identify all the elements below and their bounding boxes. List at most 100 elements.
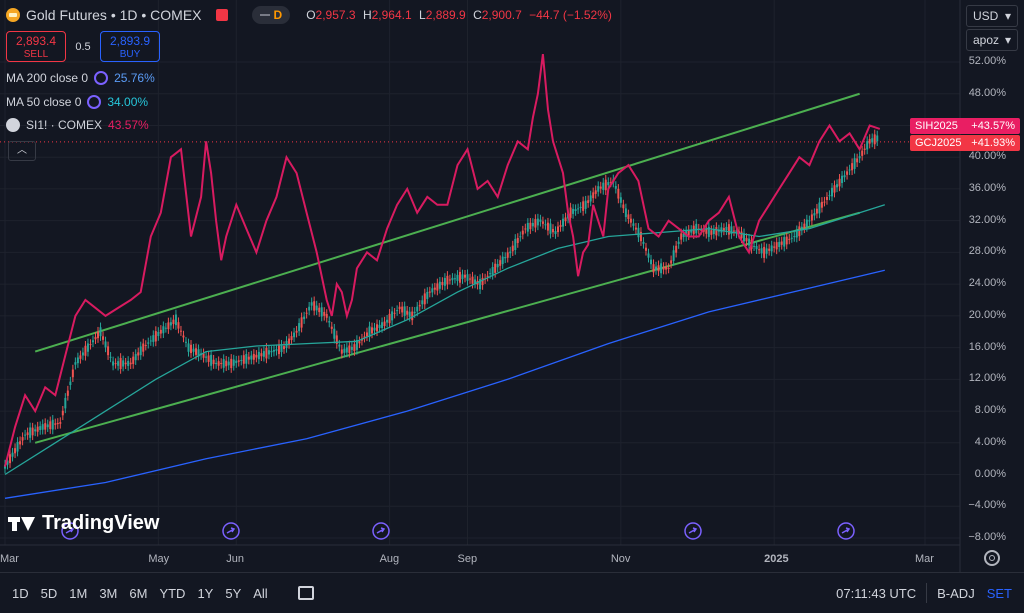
currency-select[interactable]: USD ▾ (966, 5, 1018, 27)
candle-body (177, 322, 180, 329)
ohlc-values: O2,957.3 H2,964.1 L2,889.9 C2,900.7 −44.… (306, 8, 612, 22)
set-toggle[interactable]: SET (987, 586, 1012, 601)
candle-body (866, 141, 869, 150)
candle-body (383, 321, 386, 327)
candle-body (554, 231, 557, 235)
interval-pill[interactable]: D (251, 6, 291, 24)
forward-icon[interactable] (372, 522, 390, 540)
candle-body (594, 190, 597, 194)
candle-body (16, 441, 19, 452)
x-tick-label: Jun (226, 553, 244, 565)
candle-body (514, 238, 517, 250)
timeframe-list: 1D 5D 1M 3M 6M YTD 1Y 5Y All (0, 586, 268, 601)
candle-body (846, 171, 849, 175)
candle-body (544, 224, 547, 226)
compare-icon[interactable] (297, 586, 314, 600)
candle-body (732, 230, 735, 232)
candle-body (132, 356, 135, 364)
candle-body (765, 248, 768, 254)
candle-body (748, 238, 751, 246)
candle-body (149, 340, 152, 342)
candle-body (863, 148, 866, 150)
timeframe-1d[interactable]: 1D (12, 586, 29, 601)
candle-body (232, 359, 235, 366)
timeframe-all[interactable]: All (253, 586, 267, 601)
candle-body (521, 230, 524, 235)
candle-body (712, 229, 715, 235)
silver-line (4, 53, 881, 467)
y-tick-label: 12.00% (968, 372, 1006, 385)
collapse-legend-button[interactable]: ︿ (8, 141, 36, 161)
candle-body (51, 419, 54, 430)
candle-body (773, 246, 776, 248)
candle-body (386, 319, 389, 323)
refresh-icon[interactable] (94, 71, 109, 85)
y-tick-label: 32.00% (968, 213, 1006, 226)
flag-icon[interactable] (215, 9, 228, 21)
candle-body (660, 263, 663, 274)
candle-body (828, 195, 831, 197)
candle-body (433, 287, 436, 290)
candle-body (722, 228, 725, 231)
chevron-down-icon: ▾ (1004, 33, 1011, 47)
timeframe-6m[interactable]: 6M (129, 586, 147, 601)
legend-ma50[interactable]: MA 50 close 0 34.00% (6, 95, 148, 109)
candle-body (164, 327, 167, 329)
candle-body (851, 163, 854, 171)
candle-body (215, 362, 218, 365)
candle-body (277, 344, 280, 355)
candle-body (858, 156, 861, 159)
candle-body (632, 223, 635, 226)
legend-ma200[interactable]: MA 200 close 0 25.76% (6, 71, 155, 85)
candle-body (448, 279, 451, 281)
forward-icon[interactable] (684, 522, 702, 540)
candle-body (481, 277, 484, 286)
candle-body (267, 350, 270, 355)
candle-body (813, 213, 816, 216)
time-display[interactable]: 07:11:43 UTC (836, 586, 916, 601)
gear-icon[interactable] (984, 550, 1000, 566)
candle-body (182, 335, 185, 338)
candle-body (843, 175, 846, 178)
timeframe-5d[interactable]: 5D (41, 586, 58, 601)
legend-silver[interactable]: SI1! · COMEX 43.57% (6, 118, 149, 132)
event-markers[interactable] (61, 522, 855, 540)
candle-body (715, 227, 718, 236)
candle-body (579, 206, 582, 208)
candle-body (109, 356, 112, 358)
candle-body (873, 134, 876, 145)
candle-body (187, 343, 190, 352)
candle-body (619, 197, 622, 203)
scale-mode-select[interactable]: apoz ▾ (966, 29, 1018, 51)
timeframe-5y[interactable]: 5Y (225, 586, 241, 601)
candle-body (617, 188, 620, 199)
candle-body (11, 452, 14, 457)
candle-body (496, 263, 499, 268)
trade-buttons: 2,893.4 SELL 0.5 2,893.9 BUY (6, 31, 160, 62)
timeframe-1m[interactable]: 1M (69, 586, 87, 601)
x-tick-label: 2025 (764, 553, 789, 565)
forward-icon[interactable] (837, 522, 855, 540)
candle-body (19, 441, 22, 445)
candle-body (408, 311, 411, 317)
adj-toggle[interactable]: B-ADJ (937, 586, 975, 601)
candle-body (443, 277, 446, 286)
sell-button[interactable]: 2,893.4 SELL (6, 31, 66, 62)
symbol-header[interactable]: Gold Futures • 1D • COMEX D O2,957.3 H2,… (6, 5, 612, 25)
timeframe-1y[interactable]: 1Y (197, 586, 213, 601)
candle-body (436, 283, 439, 291)
candle-body (86, 343, 89, 352)
candle-body (242, 355, 245, 364)
candle-body (102, 336, 105, 340)
candle-body (376, 324, 379, 332)
buy-button[interactable]: 2,893.9 BUY (100, 31, 160, 62)
y-tick-label: 4.00% (974, 435, 1006, 448)
timeframe-3m[interactable]: 3M (99, 586, 117, 601)
candle-body (768, 248, 771, 251)
candle-body (313, 301, 316, 311)
timeframe-ytd[interactable]: YTD (159, 586, 185, 601)
candle-body (330, 326, 333, 329)
symbol-title[interactable]: Gold Futures • 1D • COMEX (26, 7, 202, 23)
candle-body (587, 200, 590, 203)
refresh-icon[interactable] (87, 95, 102, 109)
